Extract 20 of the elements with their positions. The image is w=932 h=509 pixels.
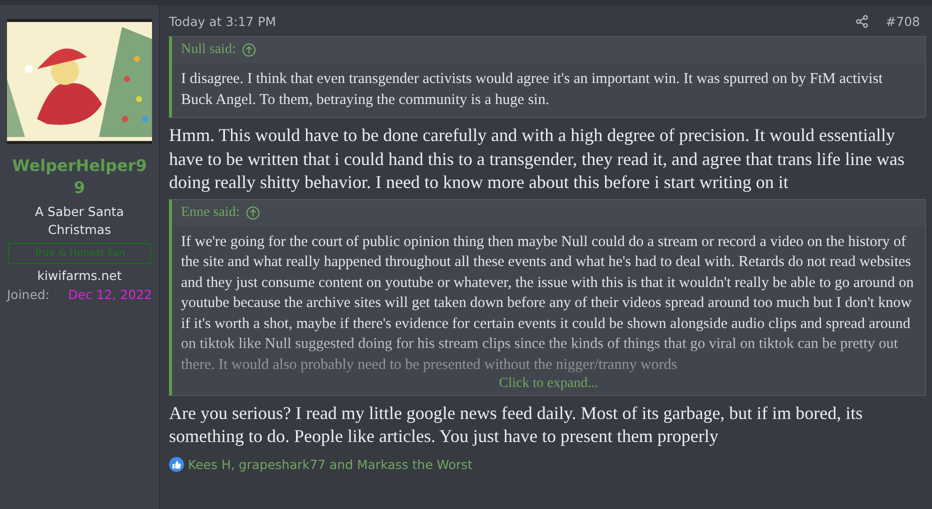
- joined-date: Dec 12, 2022: [68, 287, 152, 302]
- post-number-link[interactable]: #708: [886, 14, 920, 28]
- thumbs-up-icon[interactable]: [169, 456, 184, 472]
- joined-label: Joined:: [7, 287, 50, 302]
- user-banner: True & Honest Fan: [8, 243, 151, 264]
- quote-text: If we're going for the court of public opinion thing then maybe Null could do a stream or record a video on the history of the site and what really happened throughout all these events and what he's had to deal with. Retards do not read websites and they just consume content on youtube or whatever, the issue with this is that it wouldn't really be able to go around on youtube because the archive sites will get taken down before any of their videos spread around too much but I don't know if it's worth a shot, maybe if there's evidence for certain events it could be shown alongside audio clips and spread around on tiktok like Null suggested doing for his stream clips since the kinds of things that go viral on tiktok can be pretty out there. It would also probably need to be presented without the nigger/tranny words: [180, 232, 915, 374]
- post-text: Hmm. This would have to be done carefully and with a high degree of precision. It would essentially have to be written that i could hand this to a transgender, they read it, and agree that trans life line was doing really shitty behavior. I need to know more about this before i start writing on it: [169, 124, 906, 194]
- post-text: Are you serious? I read my little google news feed daily. Most of its garbage, but if im bored, its something to do. People like articles. You just have to present them properly: [169, 402, 864, 448]
- user-title: A Saber Santa Christmas: [34, 203, 125, 239]
- arrow-up-icon[interactable]: [242, 43, 256, 57]
- username-link[interactable]: WelperHelper99: [10, 155, 150, 199]
- quote-text: I disagree. I think that even transgender activists would agree it's an important win. It was spurred on by FtM activist Buck Angel. To them, betraying the community is a huge sin.: [180, 70, 884, 110]
- share-icon[interactable]: [856, 14, 868, 28]
- arrow-up-icon[interactable]: [246, 206, 260, 220]
- reaction-users-link[interactable]: Kees H, grapeshark77 and Markass the Worst: [188, 456, 473, 472]
- post-time[interactable]: Today at 3:17 PM: [169, 14, 276, 28]
- user-site: kiwifarms.net: [37, 268, 122, 283]
- quote-author-link[interactable]: Null said:: [181, 42, 236, 58]
- expand-link[interactable]: Click to expand...: [172, 376, 925, 394]
- quote-author-link[interactable]: Enne said:: [181, 204, 240, 220]
